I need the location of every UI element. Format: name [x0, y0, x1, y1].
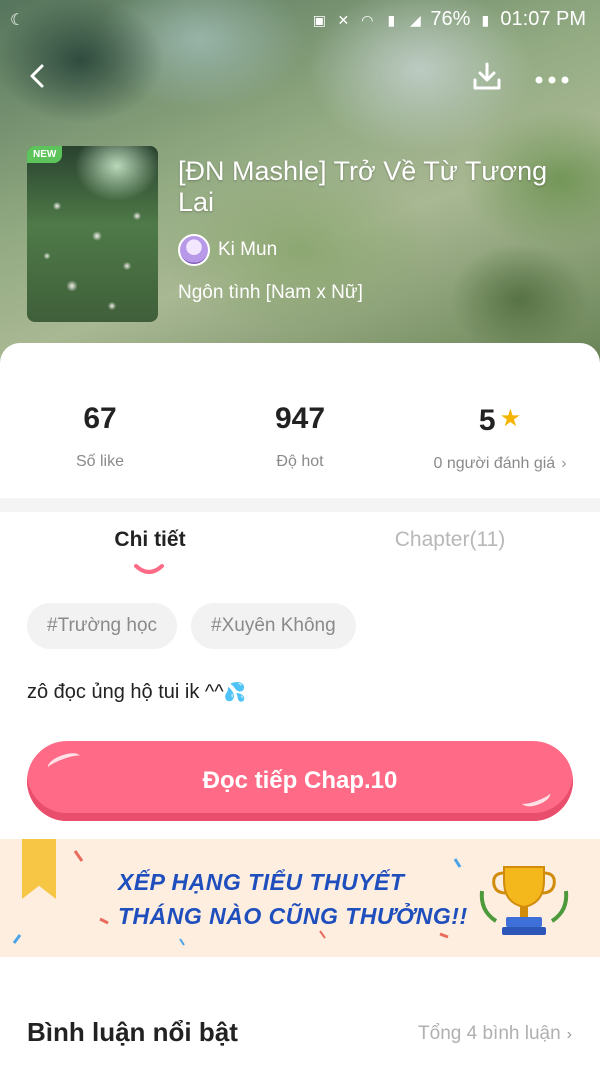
likes-label: Số like [75, 453, 125, 470]
chevron-right-icon: › [566, 1026, 572, 1043]
all-comments-label: Tổng 4 bình luận [418, 1023, 561, 1044]
star-icon: ★ [499, 405, 522, 432]
wifi-icon: ◠ [361, 11, 374, 28]
new-badge: NEW [27, 146, 63, 163]
battery-saver-icon: ▣ [312, 11, 326, 28]
status-bar: ☾ ▣ ✕ ◠ ▮ ◢ 76% ▮ 01:07 PM [0, 0, 600, 40]
rating-value: 5 [478, 404, 496, 437]
status-icons: ▣ ✕ ◠ ▮ ◢ 76% ▮ 01:07 PM [310, 8, 586, 31]
stats-row: 67 Số like 947 Độ hot 5 ★ 0 người đánh gi… [0, 343, 600, 498]
hot-stat: 947 Độ hot [200, 401, 400, 471]
back-arrow-icon [30, 64, 44, 88]
tab-active-indicator [134, 564, 164, 574]
tag-chip[interactable]: #Xuyên Không [191, 603, 356, 649]
featured-comments-title: Bình luận nổi bật [27, 1017, 238, 1047]
detail-sheet: 67 Số like 947 Độ hot 5 ★ 0 người đánh gi… [0, 343, 600, 1067]
sweat-drops-emoji: 💦 [223, 682, 247, 702]
all-comments-link[interactable]: Tổng 4 bình luận › [418, 1023, 572, 1045]
more-options-button[interactable] [532, 60, 572, 94]
trophy-icon [479, 866, 569, 935]
description-text: zô đọc ủng hộ tui ik ^^ [27, 681, 224, 703]
button-shine [519, 786, 553, 810]
tag-list: #Trường học #Xuyên Không [27, 603, 356, 649]
sim-icon: ▮ [387, 11, 396, 28]
more-dots-icon [535, 76, 569, 84]
tab-details[interactable]: Chi tiết [0, 528, 300, 552]
story-genre: Ngôn tình [Nam x Nữ] [178, 282, 363, 303]
download-button[interactable] [470, 60, 504, 94]
rating-value-row: 5 ★ [400, 401, 600, 439]
story-cover-image[interactable]: NEW [27, 146, 158, 322]
rating-count-label: 0 người đánh giá [433, 455, 556, 472]
mute-icon: ✕ [337, 11, 350, 28]
tag-chip[interactable]: #Trường học [27, 603, 178, 649]
likes-count: 67 [83, 402, 117, 435]
rating-count-row: 0 người đánh giá › [400, 455, 600, 473]
signal-icon: ◢ [409, 11, 421, 28]
top-nav [0, 56, 600, 100]
clock: 01:07 PM [500, 8, 586, 30]
battery-percent: 76% [430, 8, 471, 30]
section-divider [0, 498, 600, 512]
continue-reading-label: Đọc tiếp Chap.10 [202, 767, 398, 794]
tab-chapters[interactable]: Chapter(11) [300, 528, 600, 552]
hot-count: 947 [274, 402, 326, 435]
story-title: [ĐN Mashle] Trở Về Từ Tương Lai [178, 156, 548, 217]
story-description: zô đọc ủng hộ tui ik ^^💦 [27, 681, 246, 704]
download-icon [473, 62, 501, 90]
likes-stat: 67 Số like [0, 401, 200, 471]
author-avatar [178, 234, 210, 266]
author-row[interactable]: Ki Mun [178, 234, 277, 266]
moon-icon: ☾ [10, 12, 25, 29]
back-button[interactable] [22, 60, 54, 92]
banner-headline: XẾP HẠNG TIỂU THUYẾT [118, 869, 405, 895]
ranking-banner[interactable]: XẾP HẠNG TIỂU THUYẾT THÁNG NÀO CŨNG THƯỞ… [0, 839, 600, 957]
hot-label: Độ hot [276, 453, 324, 470]
author-name: Ki Mun [218, 239, 278, 260]
button-shine [45, 749, 83, 775]
continue-reading-button[interactable]: Đọc tiếp Chap.10 [27, 741, 573, 821]
rating-stat[interactable]: 5 ★ 0 người đánh giá › [400, 401, 600, 473]
battery-icon: ▮ [481, 11, 490, 28]
banner-subline: THÁNG NÀO CŨNG THƯỞNG!! [118, 903, 468, 929]
chevron-right-icon: › [561, 455, 567, 472]
